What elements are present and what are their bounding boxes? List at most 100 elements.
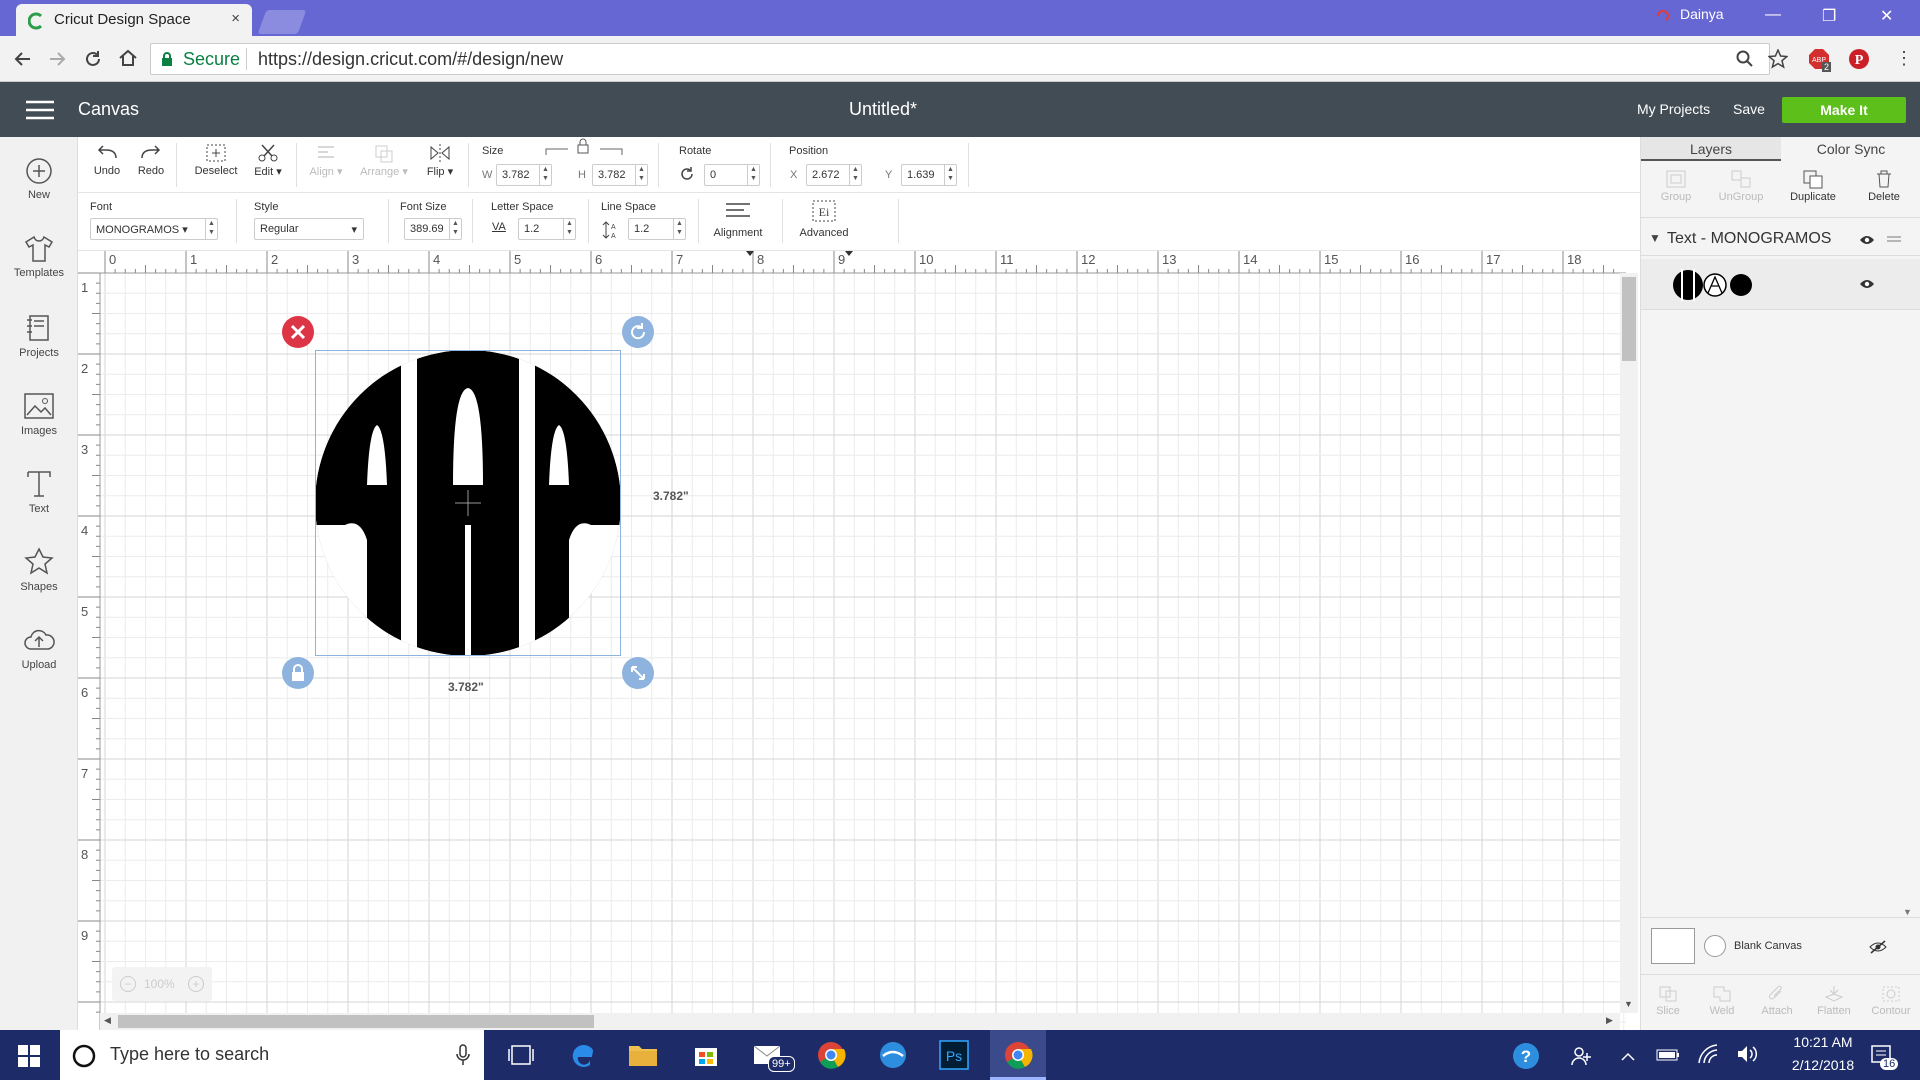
font-select[interactable]: MONOGRAMOS ▾ ▲ ▼ (90, 218, 218, 240)
group-button[interactable]: Group (1651, 169, 1701, 203)
resize-handle-icon[interactable] (621, 656, 655, 690)
nav-images[interactable]: Images (0, 391, 78, 437)
active-app-highlight[interactable] (990, 1030, 1046, 1080)
browser-tab[interactable]: Cricut Design Space × (16, 4, 252, 36)
horizontal-scrollbar[interactable]: ◀ ▶ (100, 1013, 1620, 1030)
line-space-input[interactable]: 1.2 ▲ ▼ (628, 218, 686, 240)
minimize-icon[interactable]: — (1765, 6, 1781, 24)
rotate-input[interactable]: 0 ▲ ▼ (704, 164, 760, 186)
undo-button[interactable]: Undo (92, 143, 122, 177)
browser-menu-icon[interactable]: ⋮ (1895, 48, 1913, 69)
visibility-eye-icon[interactable] (1859, 278, 1875, 290)
lock-proportions-icon[interactable] (281, 656, 315, 690)
wifi-icon[interactable] (1698, 1044, 1720, 1064)
delete-button[interactable]: Delete (1859, 169, 1909, 203)
align-button[interactable]: Align ▾ (304, 143, 348, 178)
address-bar[interactable]: Secure https://design.cricut.com/#/desig… (150, 43, 1770, 75)
save-button[interactable]: Save (1733, 101, 1765, 117)
size-lock-icon[interactable] (544, 137, 624, 157)
home-icon[interactable] (118, 48, 138, 68)
people-icon[interactable] (1570, 1044, 1594, 1068)
collapse-caret-icon[interactable]: ▼ (1649, 231, 1661, 245)
stepper-icon[interactable]: ▲ ▼ (563, 219, 575, 239)
y-position-input[interactable]: 1.639 ▲ ▼ (901, 164, 957, 186)
stepper-icon[interactable]: ▲ ▼ (449, 219, 461, 239)
hide-eye-icon[interactable] (1869, 940, 1887, 954)
font-size-input[interactable]: 389.69 ▲ ▼ (404, 218, 462, 240)
restore-icon[interactable]: ❐ (1822, 6, 1836, 26)
slice-button[interactable]: Slice (1647, 985, 1689, 1017)
reload-icon[interactable] (83, 49, 103, 69)
chrome-icon[interactable] (816, 1040, 846, 1070)
clock-time[interactable]: 10:21 AM (1778, 1034, 1868, 1050)
windows-start-icon[interactable] (18, 1045, 40, 1067)
stepper-icon[interactable]: ▲ ▼ (747, 165, 759, 185)
stepper-icon[interactable]: ▲ ▼ (539, 165, 551, 185)
url-text[interactable]: https://design.cricut.com/#/design/new (258, 49, 563, 70)
ungroup-button[interactable]: UnGroup (1711, 169, 1771, 203)
layer-item[interactable] (1641, 259, 1920, 309)
stepper-icon[interactable]: ▲ ▼ (635, 165, 647, 185)
contour-button[interactable]: Contour (1867, 985, 1915, 1017)
layer-group-row[interactable]: ▼ Text - MONOGRAMOS (1641, 225, 1920, 255)
help-icon[interactable]: ? (1512, 1042, 1540, 1070)
stepper-icon[interactable]: ▲ ▼ (205, 219, 217, 239)
blank-canvas-swatch[interactable] (1651, 928, 1695, 964)
visibility-eye-icon[interactable] (1859, 234, 1875, 246)
forward-icon[interactable] (48, 49, 68, 69)
drag-handle-icon[interactable] (1887, 234, 1901, 244)
tab-close-icon[interactable]: × (231, 10, 240, 27)
back-icon[interactable] (12, 49, 32, 69)
nav-templates[interactable]: Templates (0, 235, 78, 279)
design-canvas[interactable]: 0 1 2 3 4 5 6 7 8 9 10 11 12 13 14 15 16 17 18 123456789 (78, 251, 1638, 1030)
tray-chevron-up-icon[interactable] (1620, 1050, 1636, 1062)
redo-button[interactable]: Redo (136, 143, 166, 177)
zoom-in-button[interactable]: + (188, 976, 204, 992)
alignment-button[interactable]: Alignment (708, 201, 768, 239)
advanced-button[interactable]: Ei Advanced (794, 199, 854, 239)
profile-name[interactable]: Dainya (1680, 6, 1724, 22)
scroll-down-icon[interactable]: ▼ (1624, 999, 1633, 1009)
stepper-icon[interactable]: ▲ ▼ (673, 219, 685, 239)
scroll-right-icon[interactable]: ▶ (1606, 1015, 1613, 1026)
photoshop-icon[interactable]: Ps (939, 1040, 969, 1070)
stepper-icon[interactable]: ▲ ▼ (849, 165, 861, 185)
store-icon[interactable] (692, 1040, 720, 1068)
battery-icon[interactable] (1656, 1048, 1680, 1062)
vertical-scrollbar[interactable]: ▼ (1620, 273, 1638, 1013)
tab-color-sync[interactable]: Color Sync (1781, 137, 1920, 161)
task-view-icon[interactable] (508, 1044, 534, 1066)
height-input[interactable]: 3.782 ▲ ▼ (592, 164, 648, 186)
panel-scroll-down-icon[interactable]: ▼ (1903, 907, 1912, 917)
pinterest-icon[interactable]: P (1848, 48, 1870, 70)
vertical-scroll-thumb[interactable] (1622, 277, 1636, 361)
zoom-out-button[interactable]: − (120, 976, 136, 992)
weld-button[interactable]: Weld (1701, 985, 1743, 1017)
nav-new[interactable]: New (0, 157, 78, 201)
my-projects-button[interactable]: My Projects (1637, 101, 1710, 117)
edit-button[interactable]: Edit ▾ (248, 143, 288, 178)
delete-handle-icon[interactable] (281, 315, 315, 349)
attach-button[interactable]: Attach (1755, 985, 1799, 1017)
deselect-button[interactable]: Deselect (192, 143, 240, 177)
blue-app-icon[interactable] (878, 1040, 908, 1070)
horizontal-scroll-thumb[interactable] (118, 1015, 594, 1028)
tab-layers[interactable]: Layers (1641, 137, 1781, 161)
volume-icon[interactable] (1736, 1044, 1758, 1064)
arrange-button[interactable]: Arrange ▾ (356, 143, 412, 178)
nav-upload[interactable]: Upload (0, 627, 78, 671)
width-input[interactable]: 3.782 ▲ ▼ (496, 164, 552, 186)
make-it-button[interactable]: Make It (1782, 97, 1906, 123)
microphone-icon[interactable] (456, 1044, 470, 1066)
bookmark-star-icon[interactable] (1768, 49, 1788, 69)
flatten-button[interactable]: Flatten (1811, 985, 1857, 1017)
rotate-handle-icon[interactable] (621, 315, 655, 349)
letter-space-input[interactable]: 1.2 ▲ ▼ (518, 218, 576, 240)
clock-date[interactable]: 2/12/2018 (1778, 1057, 1868, 1073)
window-close-icon[interactable]: ✕ (1880, 6, 1893, 26)
style-select[interactable]: Regular ▾ (254, 218, 364, 240)
hamburger-menu-icon[interactable] (26, 99, 54, 121)
scroll-left-icon[interactable]: ◀ (104, 1015, 111, 1026)
x-position-input[interactable]: 2.672 ▲ ▼ (806, 164, 862, 186)
taskbar-search[interactable]: Type here to search (60, 1030, 484, 1080)
